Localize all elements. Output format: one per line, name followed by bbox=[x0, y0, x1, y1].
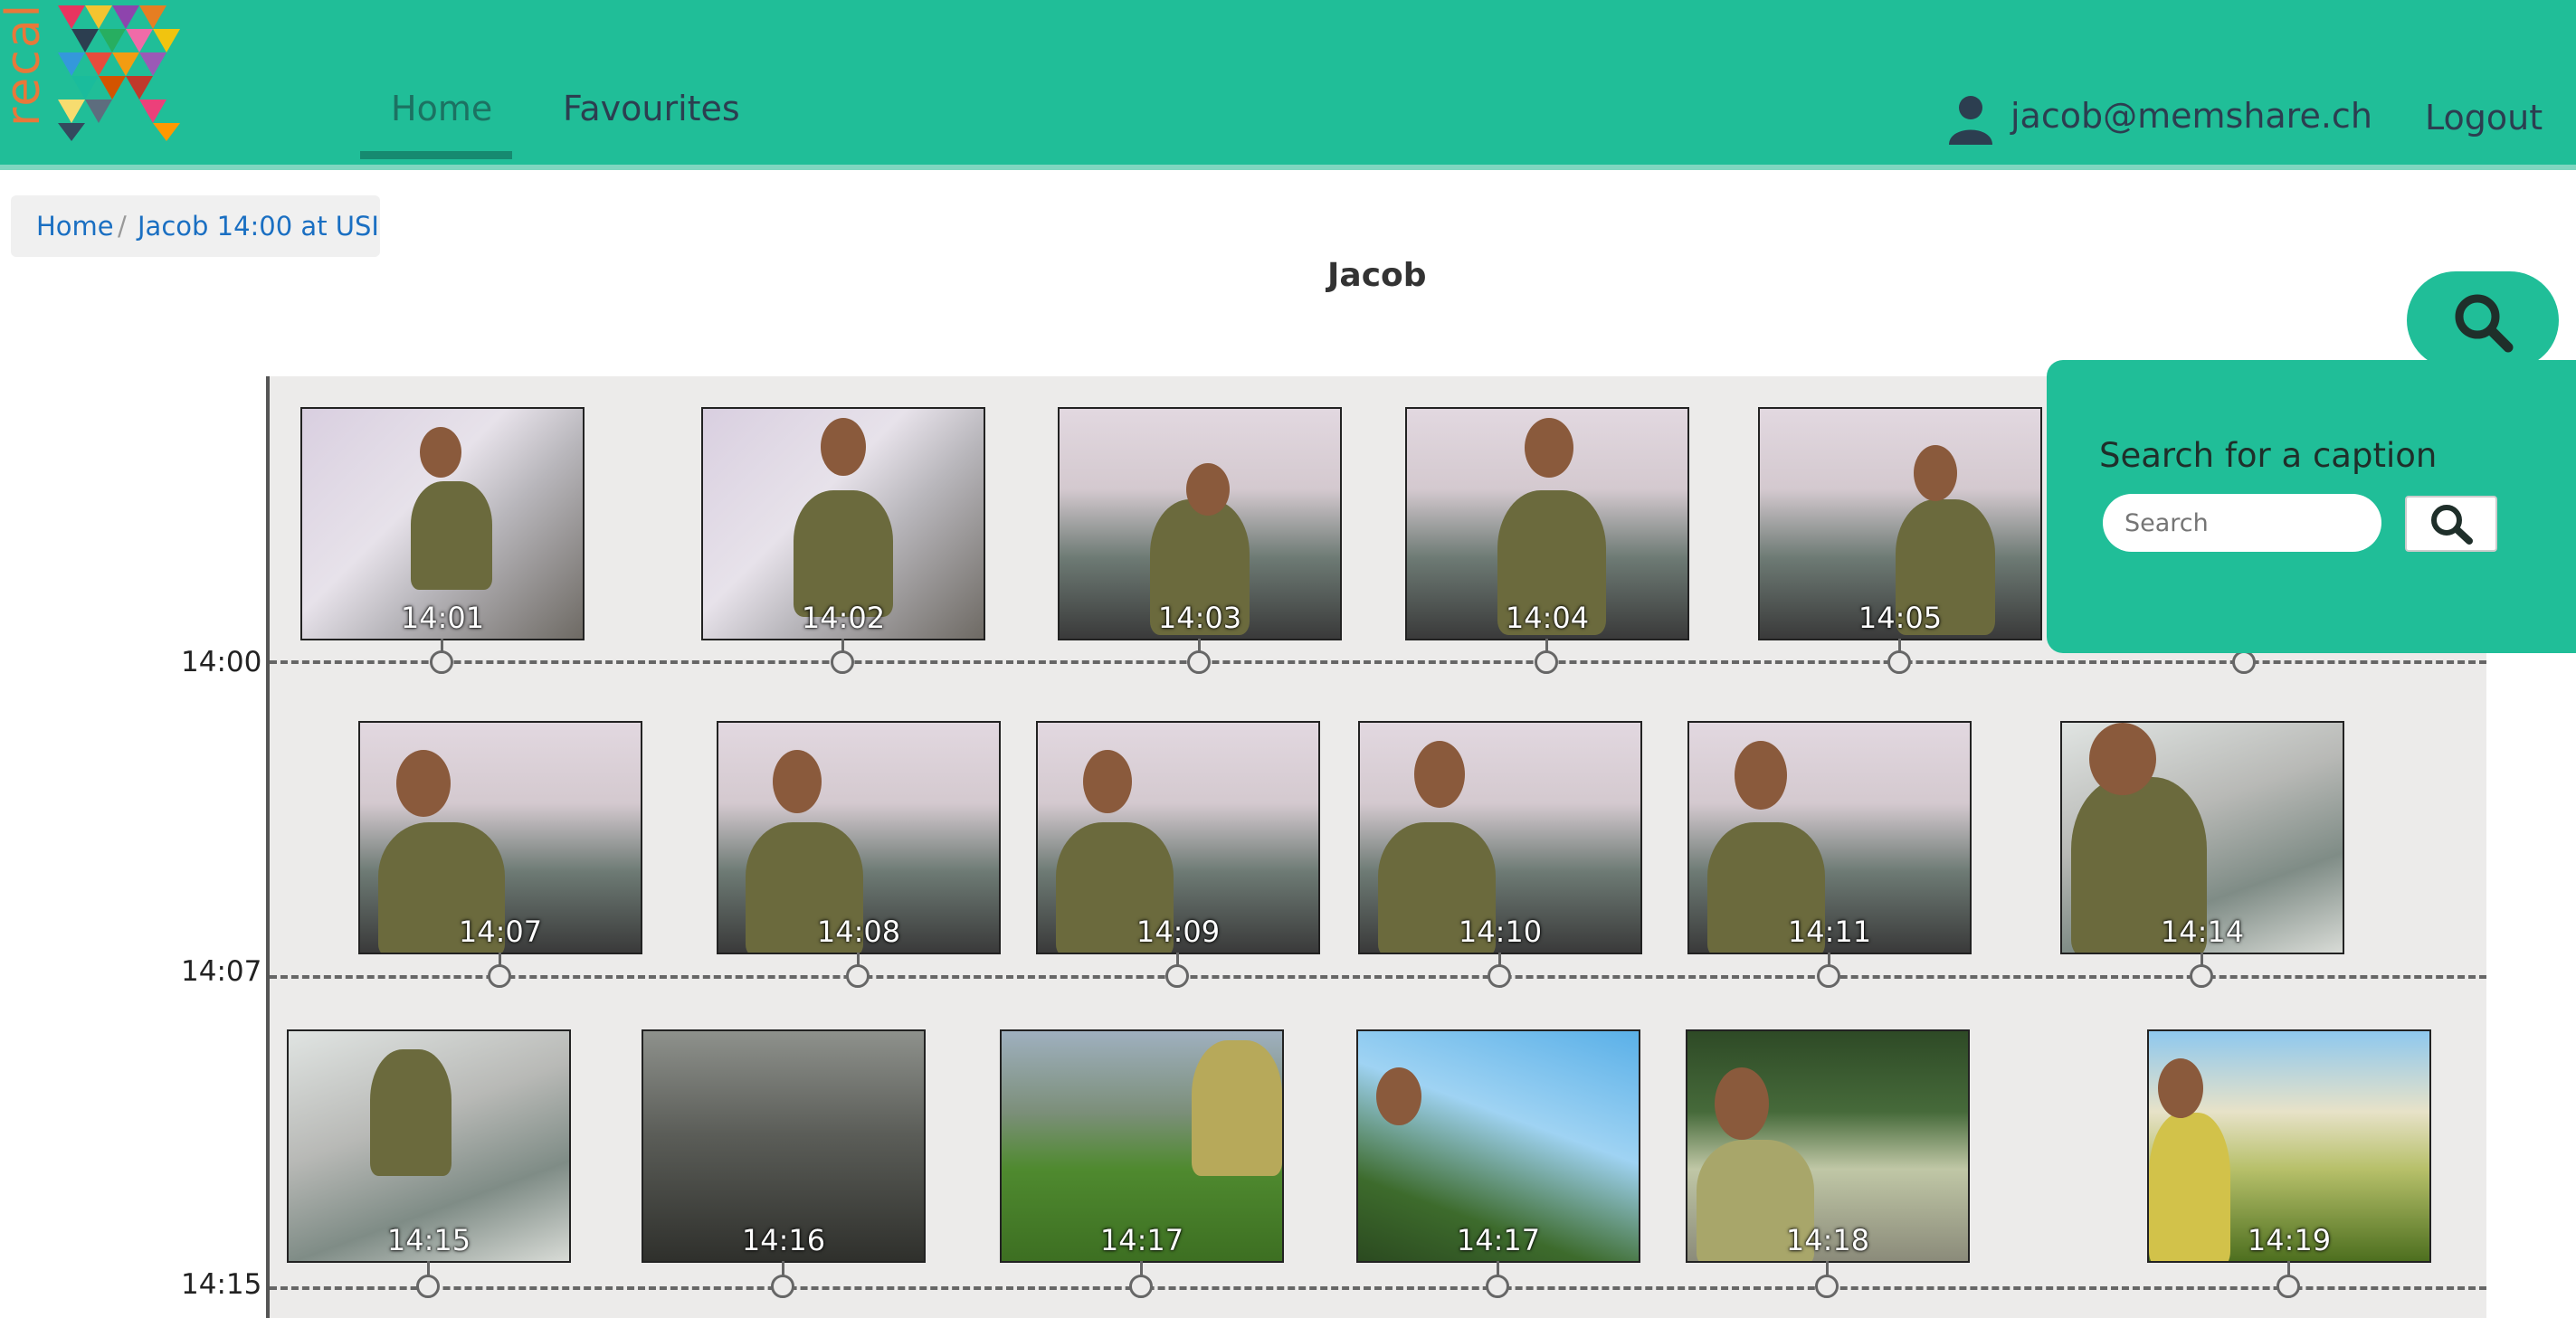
timeline-node bbox=[831, 650, 854, 674]
photo-thumbnail[interactable]: 14:11 bbox=[1687, 721, 1972, 954]
photo-thumbnail[interactable]: 14:09 bbox=[1036, 721, 1320, 954]
photo-thumbnail[interactable]: 14:04 bbox=[1405, 407, 1689, 640]
photo-thumbnail[interactable]: 14:17 bbox=[1000, 1029, 1284, 1263]
timeline-node bbox=[1488, 964, 1511, 988]
user-email[interactable]: jacob@memshare.ch bbox=[2010, 90, 2372, 141]
photo-time: 14:19 bbox=[2247, 1223, 2332, 1257]
photo-thumbnail[interactable]: 14:15 bbox=[287, 1029, 571, 1263]
timeline-row-line bbox=[270, 1286, 2486, 1290]
photo-time: 14:17 bbox=[1456, 1223, 1541, 1257]
photo-time: 14:02 bbox=[801, 601, 886, 635]
photo-time: 14:15 bbox=[386, 1223, 471, 1257]
search-icon bbox=[2455, 294, 2514, 353]
photo-thumbnail[interactable]: 14:18 bbox=[1686, 1029, 1970, 1263]
search-panel-title: Search for a caption bbox=[2099, 436, 2438, 475]
photo-thumbnail[interactable]: 14:05 bbox=[1758, 407, 2042, 640]
photo-thumbnail[interactable]: 14:19 bbox=[2147, 1029, 2431, 1263]
logout-button[interactable]: Logout bbox=[2425, 92, 2543, 143]
logo-wordmark: recall bbox=[0, 0, 51, 127]
timeline-node bbox=[488, 964, 511, 988]
timeline-node bbox=[771, 1275, 794, 1298]
timeline-node bbox=[1817, 964, 1840, 988]
photo-time: 14:16 bbox=[741, 1223, 826, 1257]
search-toggle-button[interactable] bbox=[2407, 271, 2559, 369]
photo-time: 14:14 bbox=[2160, 915, 2245, 949]
photo-time: 14:18 bbox=[1785, 1223, 1870, 1257]
photo-time: 14:01 bbox=[400, 601, 485, 635]
nav-favourites[interactable]: Favourites bbox=[563, 83, 740, 134]
search-icon bbox=[2431, 505, 2473, 545]
nav-active-indicator bbox=[360, 151, 512, 159]
timeline-time-label: 14:00 bbox=[181, 646, 262, 678]
timeline-node bbox=[1486, 1275, 1509, 1298]
photo-thumbnail[interactable]: 14:08 bbox=[717, 721, 1001, 954]
photo-time: 14:10 bbox=[1458, 915, 1543, 949]
timeline-axis bbox=[266, 376, 270, 1318]
search-input[interactable] bbox=[2103, 494, 2381, 552]
timeline-node bbox=[2232, 650, 2256, 674]
photo-time: 14:05 bbox=[1858, 601, 1943, 635]
header-divider bbox=[0, 165, 2576, 170]
breadcrumb-separator: / bbox=[118, 211, 127, 242]
timeline-row-line bbox=[270, 975, 2486, 979]
timeline-node bbox=[430, 650, 453, 674]
timeline-node bbox=[416, 1275, 440, 1298]
breadcrumb-home[interactable]: Home bbox=[36, 195, 114, 257]
photo-thumbnail[interactable]: 14:17 bbox=[1356, 1029, 1640, 1263]
nav-home[interactable]: Home bbox=[391, 83, 492, 134]
page-title: Jacob bbox=[1327, 257, 1427, 294]
timeline-node bbox=[1165, 964, 1189, 988]
timeline-node bbox=[1815, 1275, 1839, 1298]
photo-time: 14:07 bbox=[458, 915, 543, 949]
photo-time: 14:11 bbox=[1787, 915, 1872, 949]
photo-time: 14:08 bbox=[816, 915, 901, 949]
app-header: recall Home Favourites jacob@memshare.ch… bbox=[0, 0, 2576, 165]
photo-thumbnail[interactable]: 14:07 bbox=[358, 721, 642, 954]
timeline-node bbox=[1887, 650, 1911, 674]
timeline-node bbox=[2190, 964, 2213, 988]
breadcrumb-current[interactable]: Jacob 14:00 at USI bbox=[138, 195, 379, 257]
user-icon bbox=[1949, 96, 1992, 145]
search-panel: Search for a caption bbox=[2047, 360, 2576, 653]
timeline-node bbox=[2277, 1275, 2300, 1298]
photo-thumbnail[interactable]: 14:03 bbox=[1058, 407, 1342, 640]
photo-thumbnail[interactable]: 14:16 bbox=[642, 1029, 926, 1263]
photo-thumbnail[interactable]: 14:14 bbox=[2060, 721, 2344, 954]
timeline-time-label: 14:07 bbox=[181, 955, 262, 988]
logo-icon[interactable] bbox=[58, 5, 194, 141]
search-submit-button[interactable] bbox=[2405, 496, 2497, 552]
photo-time: 14:09 bbox=[1136, 915, 1221, 949]
photo-thumbnail[interactable]: 14:01 bbox=[300, 407, 585, 640]
photo-time: 14:03 bbox=[1157, 601, 1242, 635]
photo-time: 14:04 bbox=[1505, 601, 1590, 635]
timeline-node bbox=[1535, 650, 1558, 674]
timeline-row-line bbox=[270, 660, 2486, 664]
timeline-node bbox=[1129, 1275, 1153, 1298]
timeline-node bbox=[1187, 650, 1211, 674]
timeline-node bbox=[846, 964, 870, 988]
photo-thumbnail[interactable]: 14:02 bbox=[701, 407, 985, 640]
photo-time: 14:17 bbox=[1099, 1223, 1184, 1257]
timeline-time-label: 14:15 bbox=[181, 1268, 262, 1301]
breadcrumb: Home / Jacob 14:00 at USI bbox=[11, 195, 380, 257]
photo-thumbnail[interactable]: 14:10 bbox=[1358, 721, 1642, 954]
